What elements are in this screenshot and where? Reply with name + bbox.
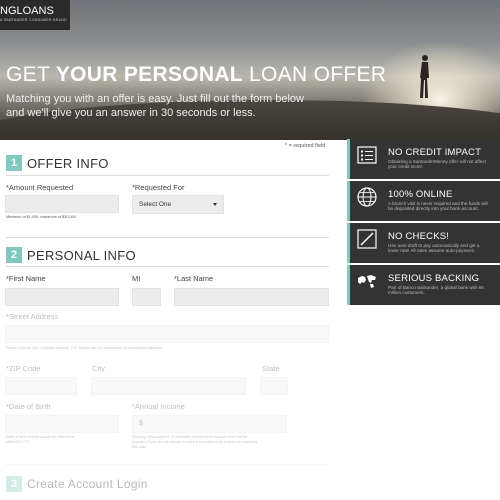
- logo-tagline: A SANTANDER CONSUMER BRAND: [0, 18, 67, 22]
- runner-silhouette: [420, 55, 429, 98]
- section-title: OFFER INFO: [27, 155, 109, 171]
- no-check-icon: [357, 229, 377, 249]
- benefit-serious-backing: SERIOUS BACKING Part of Banco Santander,…: [347, 265, 500, 305]
- street-hint: Please provide your physical address. P.…: [6, 346, 163, 350]
- zip-input[interactable]: [5, 377, 77, 395]
- last-name-label: *Last Name: [174, 274, 214, 283]
- step-number: 3: [6, 476, 22, 492]
- divider: [6, 175, 329, 176]
- list-icon: [357, 146, 377, 164]
- step-number: 1: [6, 155, 22, 171]
- dob-hint: Date of birth format should be entered a…: [6, 435, 76, 444]
- benefit-text: Part of Banco Santander, a global bank w…: [388, 285, 484, 296]
- chevron-down-icon: [213, 203, 217, 206]
- brand-logo[interactable]: NGLOANS A SANTANDER CONSUMER BRAND: [0, 0, 70, 30]
- benefit-no-checks: NO CHECKS! Use auto-draft to pay automat…: [347, 223, 500, 263]
- income-hint: Alimony, child support, or separate main…: [132, 435, 257, 449]
- divider: [6, 464, 329, 465]
- amount-label: *Amount Requested: [6, 183, 74, 192]
- dob-input[interactable]: [5, 415, 119, 433]
- benefit-title: SERIOUS BACKING: [388, 273, 480, 284]
- benefits-sidebar: NO CREDIT IMPACT Obtaining a SantanderMo…: [347, 139, 500, 307]
- dollar-prefix: $: [139, 420, 143, 427]
- income-label: *Annual Income: [132, 402, 185, 411]
- city-input[interactable]: [91, 377, 246, 395]
- section-title: PERSONAL INFO: [27, 247, 136, 263]
- zip-label: *ZIP Code: [6, 364, 41, 373]
- required-note: * = required field: [285, 143, 326, 149]
- benefit-text: Obtaining a SantanderMoney offer will no…: [388, 159, 486, 170]
- requested-for-select[interactable]: Select One: [132, 195, 224, 214]
- logo-text: NGLOANS: [0, 5, 54, 17]
- benefit-title: NO CREDIT IMPACT: [388, 147, 482, 158]
- requested-for-label: *Requested For: [132, 183, 185, 192]
- amount-input[interactable]: [5, 195, 119, 213]
- section-title: Create Account Login: [27, 477, 148, 491]
- first-name-label: *First Name: [6, 274, 46, 283]
- select-value: Select One: [139, 201, 172, 208]
- benefit-title: 100% ONLINE: [388, 189, 453, 200]
- income-input[interactable]: $: [132, 415, 287, 433]
- mi-label: MI: [132, 274, 141, 283]
- street-input[interactable]: [5, 325, 329, 343]
- state-label: State: [262, 364, 280, 373]
- page-subtitle: Matching you with an offer is easy. Just…: [6, 93, 304, 119]
- state-select[interactable]: [260, 377, 288, 395]
- section-create-account: 3 Create Account Login: [6, 476, 148, 492]
- benefit-text: Use auto-draft to pay automatically and …: [388, 243, 480, 254]
- dob-label: *Date of Birth: [6, 402, 51, 411]
- amount-hint: Minimum of $1,000, maximum of $30,000: [6, 215, 76, 219]
- world-map-icon: [358, 275, 376, 288]
- globe-icon: [357, 187, 377, 207]
- last-name-input[interactable]: [174, 288, 329, 306]
- mi-input[interactable]: [132, 288, 161, 306]
- first-name-input[interactable]: [5, 288, 119, 306]
- step-number: 2: [6, 247, 22, 263]
- section-offer-info: 1 OFFER INFO: [6, 155, 109, 171]
- benefit-no-credit-impact: NO CREDIT IMPACT Obtaining a SantanderMo…: [347, 139, 500, 179]
- street-label: *Street Address: [6, 312, 59, 321]
- page-title: GET YOUR PERSONAL LOAN OFFER: [6, 63, 387, 86]
- section-personal-info: 2 PERSONAL INFO: [6, 247, 136, 263]
- divider: [6, 237, 329, 238]
- city-label: City: [92, 364, 105, 373]
- benefit-online: 100% ONLINE A branch visit is never requ…: [347, 181, 500, 221]
- hero-banner: NGLOANS A SANTANDER CONSUMER BRAND GET Y…: [0, 0, 500, 140]
- benefit-title: NO CHECKS!: [388, 231, 450, 242]
- benefit-text: A branch visit is never required and the…: [388, 201, 488, 212]
- divider: [6, 266, 329, 267]
